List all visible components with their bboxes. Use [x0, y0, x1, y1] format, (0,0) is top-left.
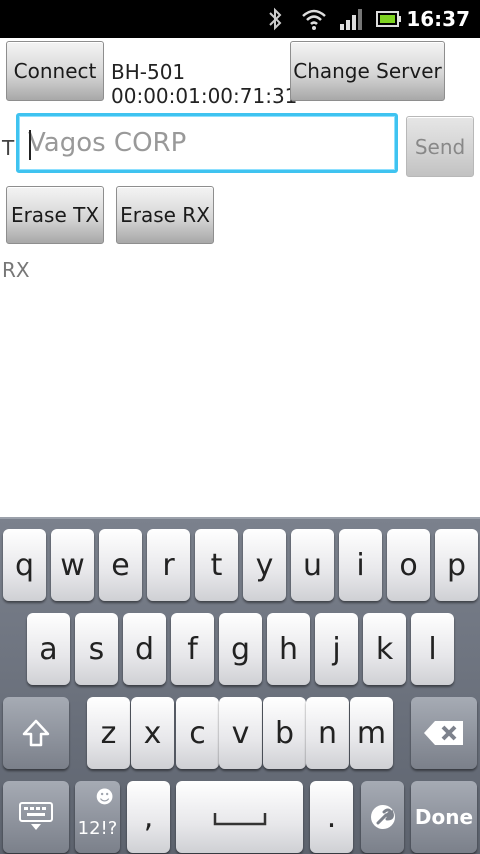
erase-tx-button[interactable]: Erase TX: [6, 186, 104, 244]
status-bar: 16:37: [0, 0, 480, 38]
key-v[interactable]: v: [219, 697, 262, 769]
key-y[interactable]: y: [243, 529, 286, 601]
tx-input-field[interactable]: [16, 113, 398, 173]
key-a[interactable]: a: [27, 613, 70, 685]
key-k[interactable]: k: [363, 613, 406, 685]
keyboard-icon: [19, 802, 53, 832]
key-x[interactable]: x: [131, 697, 174, 769]
key-q[interactable]: q: [3, 529, 46, 601]
key-o[interactable]: o: [387, 529, 430, 601]
key-m[interactable]: m: [350, 697, 393, 769]
key-r[interactable]: r: [147, 529, 190, 601]
key-s[interactable]: s: [75, 613, 118, 685]
key-j[interactable]: j: [315, 613, 358, 685]
key-l[interactable]: l: [411, 613, 454, 685]
emoji-icon: ☻: [95, 787, 114, 808]
symbols-key[interactable]: ☻ 12!?: [75, 781, 120, 853]
backspace-icon: [423, 719, 465, 747]
status-time: 16:37: [406, 7, 470, 31]
device-name: BH-501: [111, 60, 186, 84]
key-z[interactable]: z: [87, 697, 130, 769]
keyboard-settings-key[interactable]: [3, 781, 69, 853]
done-key[interactable]: Done: [411, 781, 477, 853]
space-key[interactable]: [176, 781, 303, 853]
change-server-button[interactable]: Change Server: [290, 41, 445, 101]
key-c[interactable]: c: [176, 697, 219, 769]
text-caret: [29, 130, 31, 160]
shift-icon: [21, 718, 51, 748]
key-b[interactable]: b: [263, 697, 306, 769]
key-g[interactable]: g: [219, 613, 262, 685]
send-button[interactable]: Send: [406, 116, 474, 177]
shift-key[interactable]: [3, 697, 69, 769]
tx-input[interactable]: [28, 124, 383, 162]
key-p[interactable]: p: [435, 529, 478, 601]
key-f[interactable]: f: [171, 613, 214, 685]
comma-key[interactable]: ,: [127, 781, 170, 853]
connect-button[interactable]: Connect: [6, 41, 104, 101]
backspace-key[interactable]: [411, 697, 477, 769]
period-key[interactable]: .: [310, 781, 353, 853]
rx-label: RX: [2, 258, 30, 282]
bluetooth-icon: [265, 0, 285, 38]
erase-rx-button[interactable]: Erase RX: [116, 186, 214, 244]
key-h[interactable]: h: [267, 613, 310, 685]
key-i[interactable]: i: [339, 529, 382, 601]
wifi-icon: [300, 0, 328, 38]
key-d[interactable]: d: [123, 613, 166, 685]
signal-icon: [338, 0, 364, 38]
key-u[interactable]: u: [291, 529, 334, 601]
tools-key[interactable]: [361, 781, 404, 853]
space-icon: [213, 800, 267, 835]
symbols-label: 12!?: [77, 817, 118, 839]
wrench-icon: [369, 803, 397, 831]
tx-label: T: [2, 136, 15, 160]
key-n[interactable]: n: [306, 697, 349, 769]
soft-keyboard: q w e r t y u i o p a s d f g h j k l z …: [0, 517, 480, 854]
key-e[interactable]: e: [99, 529, 142, 601]
battery-icon: [376, 0, 402, 38]
key-t[interactable]: t: [195, 529, 238, 601]
device-address: 00:00:01:00:71:31: [111, 84, 298, 108]
key-w[interactable]: w: [51, 529, 94, 601]
